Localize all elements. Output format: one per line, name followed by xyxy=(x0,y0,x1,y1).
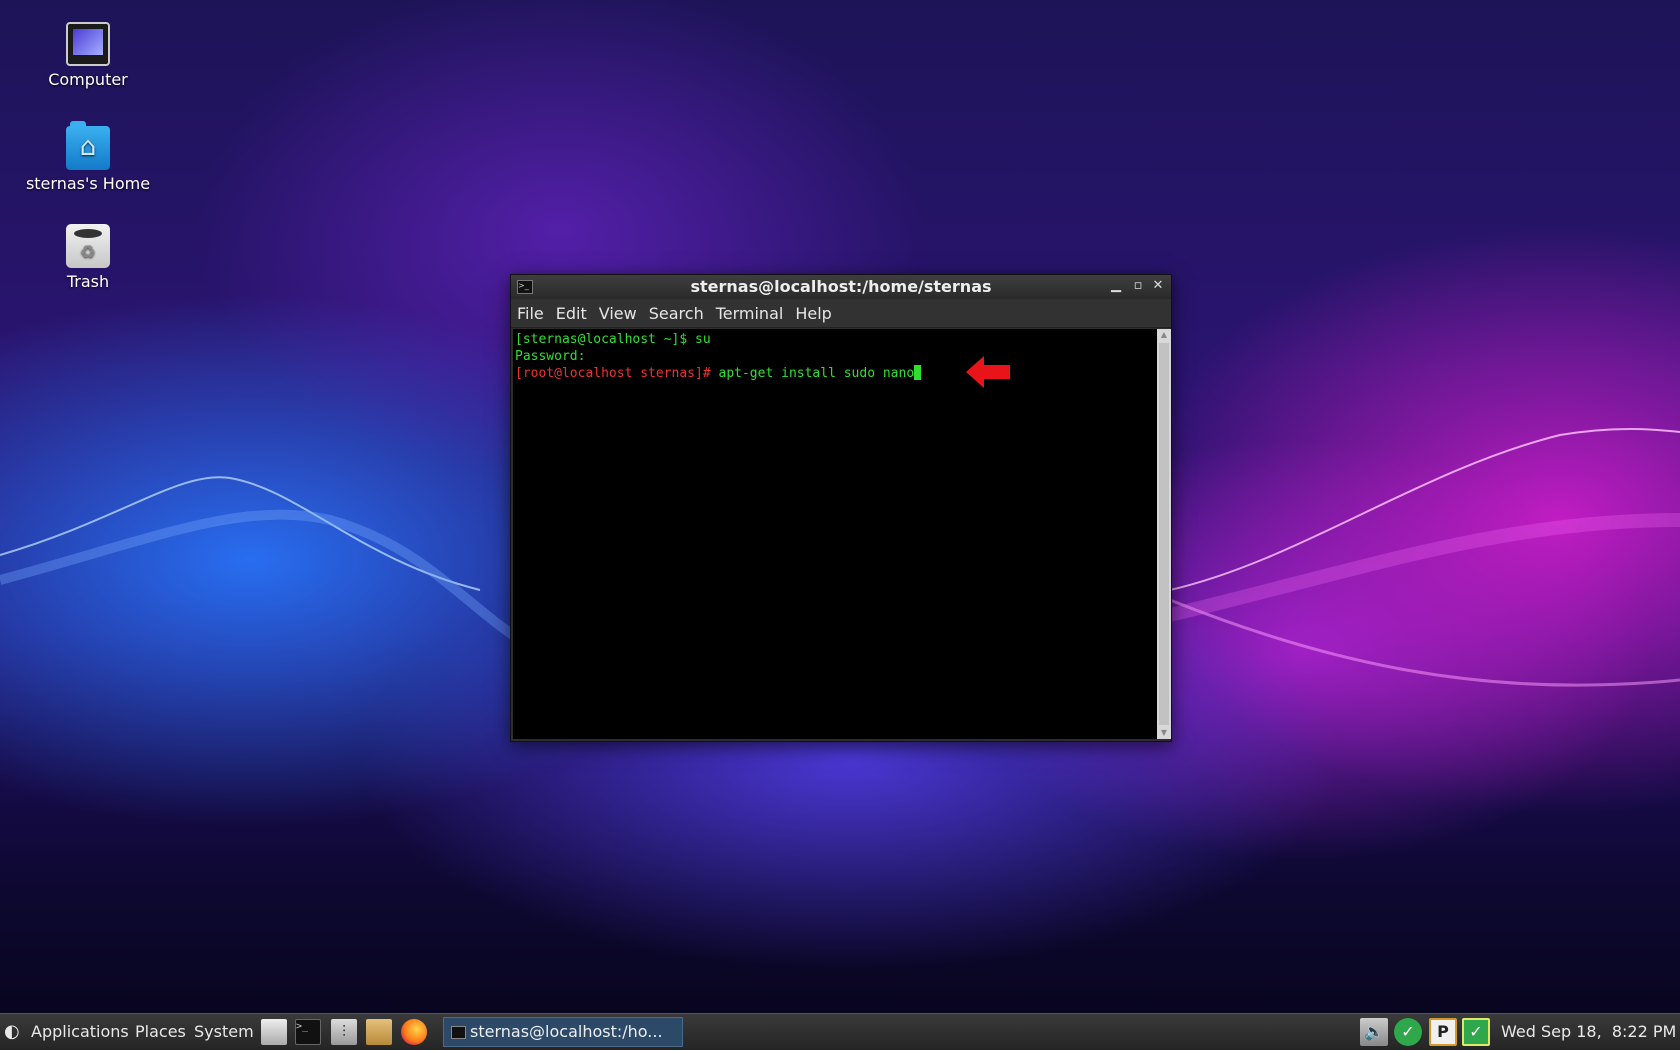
menu-view[interactable]: View xyxy=(599,304,637,323)
terminal-window[interactable]: >_ sternas@localhost:/home/sternas ▁ ▫ ✕… xyxy=(510,274,1172,742)
terminal-menubar: File Edit View Search Terminal Help xyxy=(511,299,1171,328)
close-icon[interactable]: ✕ xyxy=(1149,277,1167,295)
root-prompt: [root@localhost sternas]# xyxy=(515,366,711,381)
terminal-line: [root@localhost sternas]# apt-get instal… xyxy=(515,365,1155,382)
maximize-icon[interactable]: ▫ xyxy=(1129,277,1147,295)
home-folder-icon xyxy=(66,121,110,170)
taskbar-terminal-button[interactable]: sternas@localhost:/ho... xyxy=(443,1017,683,1047)
menu-file[interactable]: File xyxy=(517,304,544,323)
update-check-icon[interactable]: ✓ xyxy=(1394,1018,1422,1046)
scroll-up-icon[interactable]: ▲ xyxy=(1157,329,1171,341)
firefox-icon[interactable] xyxy=(401,1019,427,1045)
gnome-foot-icon[interactable]: ◐ xyxy=(4,1014,20,1050)
minimize-icon[interactable]: ▁ xyxy=(1107,277,1125,295)
clipboard-icon[interactable]: P xyxy=(1429,1018,1457,1046)
scrollbar-thumb[interactable] xyxy=(1159,343,1169,725)
file-manager-icon[interactable] xyxy=(261,1019,287,1045)
desktop-icon-computer[interactable]: Computer xyxy=(8,22,168,89)
desktop-icon-label: sternas's Home xyxy=(25,174,151,193)
desktop-icon-label: Trash xyxy=(66,272,110,291)
task-label: sternas@localhost:/ho... xyxy=(470,1022,663,1041)
archive-icon[interactable] xyxy=(366,1019,392,1045)
volume-icon[interactable]: 🔈 xyxy=(1360,1018,1388,1046)
places-menu[interactable]: Places xyxy=(135,1014,186,1050)
menu-help[interactable]: Help xyxy=(795,304,831,323)
terminal-task-icon xyxy=(451,1026,466,1039)
system-menu[interactable]: System xyxy=(194,1014,254,1050)
menu-terminal[interactable]: Terminal xyxy=(716,304,784,323)
menu-search[interactable]: Search xyxy=(649,304,704,323)
red-arrow-annotation xyxy=(966,356,1010,388)
terminal-line: Password: xyxy=(515,349,586,364)
terminal-line: [sternas@localhost ~]$ su xyxy=(515,332,711,347)
scroll-down-icon[interactable]: ▼ xyxy=(1157,727,1171,739)
taskbar: ◐ Applications Places System >_ ⫶ sterna… xyxy=(0,1013,1680,1050)
text-cursor xyxy=(914,365,922,380)
desktop-icon-home[interactable]: sternas's Home xyxy=(8,121,168,193)
terminal-icon[interactable]: >_ xyxy=(295,1019,321,1045)
computer-icon xyxy=(66,22,110,66)
window-title: sternas@localhost:/home/sternas xyxy=(690,277,992,296)
desktop-icon-label: Computer xyxy=(48,70,128,89)
window-titlebar[interactable]: >_ sternas@localhost:/home/sternas ▁ ▫ ✕ xyxy=(511,275,1171,299)
desktop-icon-trash[interactable]: Trash xyxy=(8,224,168,291)
trash-icon xyxy=(66,224,110,268)
terminal-scrollbar[interactable]: ▲ ▼ xyxy=(1157,329,1171,739)
checkmark-icon[interactable]: ✓ xyxy=(1462,1018,1490,1046)
terminal-output[interactable]: [sternas@localhost ~]$ su Password: [root@… xyxy=(513,329,1157,739)
applications-menu[interactable]: Applications xyxy=(31,1014,129,1050)
clock[interactable]: Wed Sep 18, 8:22 PM xyxy=(1501,1014,1676,1050)
typed-command: apt-get install sudo nano xyxy=(710,366,915,381)
settings-icon[interactable]: ⫶ xyxy=(331,1019,357,1045)
menu-edit[interactable]: Edit xyxy=(556,304,587,323)
